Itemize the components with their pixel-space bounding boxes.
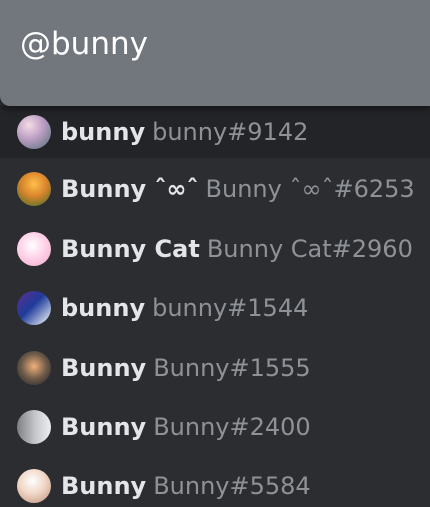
- result-tag: Bunny#1555: [153, 354, 311, 382]
- result-row-bunny-6253[interactable]: Bunny ˆ∞ˆ Bunny ˆ∞ˆ#6253: [0, 163, 430, 215]
- result-tag: bunny#9142: [152, 118, 309, 146]
- search-input[interactable]: @bunny: [20, 26, 420, 63]
- result-row-bunny-9142[interactable]: bunny bunny#9142: [0, 106, 430, 158]
- result-name: bunny: [61, 294, 146, 322]
- result-tag: bunny#1544: [152, 294, 309, 322]
- result-tag: Bunny#2400: [153, 413, 311, 441]
- result-row-bunny-1544[interactable]: bunny bunny#1544: [0, 282, 430, 334]
- person-avatar-icon: [17, 351, 51, 385]
- result-name: Bunny Cat: [61, 235, 200, 263]
- result-row-bunny-5584[interactable]: Bunny Bunny#5584: [0, 460, 430, 507]
- result-name: Bunny: [61, 413, 147, 441]
- search-bar[interactable]: @bunny: [0, 0, 430, 106]
- pokemon-avatar-icon: [17, 172, 51, 206]
- result-row-bunny-1555[interactable]: Bunny Bunny#1555: [0, 342, 430, 394]
- pink-bunny-avatar-icon: [17, 232, 51, 266]
- result-row-bunny-cat-2960[interactable]: Bunny Cat Bunny Cat#2960: [0, 223, 430, 275]
- result-tag: Bunny#5584: [153, 472, 311, 500]
- result-name: bunny: [61, 118, 146, 146]
- purple-avatar-icon: [17, 291, 51, 325]
- anime-girl-avatar-icon: [17, 115, 51, 149]
- gray-avatar-icon: [17, 410, 51, 444]
- anime-avatar-icon: [17, 469, 51, 503]
- result-name: Bunny: [61, 354, 147, 382]
- result-name: Bunny: [61, 472, 147, 500]
- result-name: Bunny ˆ∞ˆ: [61, 175, 199, 203]
- mention-results-list: bunny bunny#9142 Bunny ˆ∞ˆ Bunny ˆ∞ˆ#625…: [0, 106, 430, 507]
- result-row-bunny-2400[interactable]: Bunny Bunny#2400: [0, 401, 430, 453]
- mention-search-popup: @bunny bunny bunny#9142 Bunny ˆ∞ˆ Bunny …: [0, 0, 430, 507]
- result-tag: Bunny Cat#2960: [206, 235, 413, 263]
- result-tag: Bunny ˆ∞ˆ#6253: [205, 175, 415, 203]
